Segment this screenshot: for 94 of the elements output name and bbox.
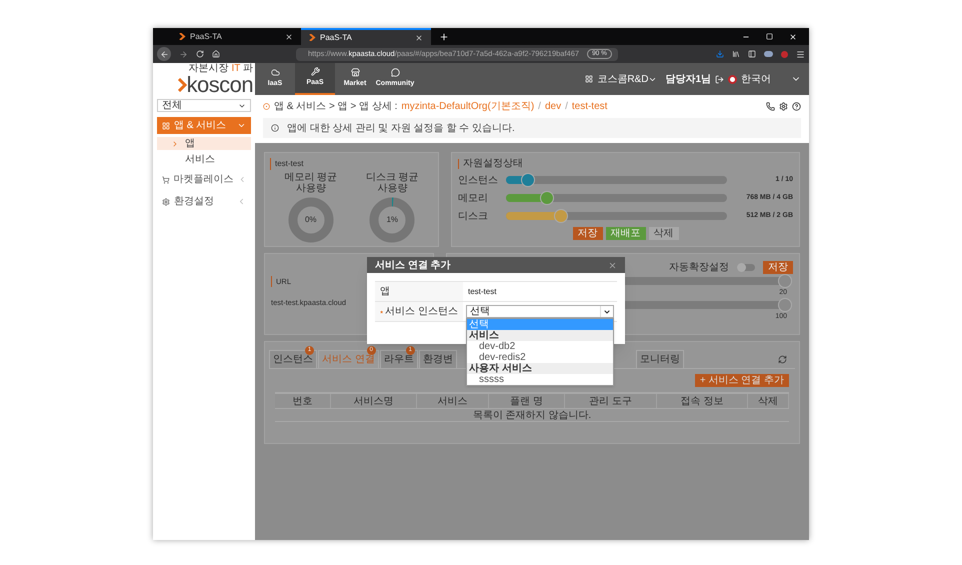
grid-icon — [162, 122, 170, 130]
slider-label: 디스크 — [458, 210, 489, 224]
submenu-item[interactable]: 앱 — [157, 137, 251, 150]
dropdown-option[interactable]: dev-db2 — [467, 341, 613, 352]
reload-icon[interactable] — [196, 50, 204, 58]
slider-label: 인스턴스 — [458, 174, 498, 188]
logo-wordmark: koscon — [186, 74, 253, 95]
flag-icon — [728, 74, 737, 84]
chat-bubble-icon — [390, 68, 400, 78]
slider-thumb[interactable] — [554, 209, 568, 223]
action-button[interactable]: 삭제 — [648, 227, 678, 240]
filter-select[interactable]: 전체 — [157, 99, 251, 112]
dropdown-option[interactable]: dev-redis2 — [467, 352, 613, 363]
new-tab-icon[interactable] — [439, 32, 449, 42]
info-message: 앱에 대한 상세 관리 및 자원 설정을 할 수 있습니다. — [287, 122, 515, 136]
caret-icon — [603, 308, 611, 316]
autoscale-label: 자동확장설정 — [669, 261, 729, 275]
logo-tagline: 자본시장 IT 파 — [188, 63, 253, 74]
chevron-right-icon — [171, 140, 179, 148]
info-icon — [271, 124, 279, 132]
library-icon[interactable] — [732, 50, 740, 58]
meter-label: 메모리 평균 사용량 — [283, 172, 338, 194]
download-icon[interactable] — [716, 50, 724, 58]
card-title: test-test — [270, 158, 433, 170]
breadcrumb-separator: / — [538, 100, 541, 114]
dialog-title: 서비스 연결 추가 — [375, 258, 451, 272]
back-arrow-icon — [160, 50, 168, 58]
cloud-icon — [270, 68, 280, 78]
option-group: 서비스 — [467, 330, 613, 341]
browser-tab[interactable]: PaaS-TA — [171, 28, 301, 45]
slider-thumb[interactable] — [540, 191, 554, 205]
store-icon — [350, 68, 360, 78]
column-header: 접속 정보 — [656, 394, 748, 408]
meter-label: 디스크 평균 사용량 — [364, 172, 420, 194]
chevron-logo-icon — [179, 33, 186, 40]
empty-message: 목록이 존재하지 않습니다. — [472, 408, 592, 422]
gear-icon — [162, 198, 170, 206]
meter-reading: 0% — [304, 214, 317, 226]
settings-icon[interactable] — [779, 102, 788, 111]
language-select[interactable]: 한국어 — [741, 72, 771, 86]
column-header: 서비스 — [417, 394, 489, 408]
grid-icon[interactable] — [585, 75, 594, 83]
menu-item[interactable]: 마켓플레이스 — [157, 171, 251, 188]
chevron-logo-icon — [309, 34, 316, 41]
wrench-icon — [310, 67, 320, 76]
field-label: 앱 — [380, 285, 390, 299]
cart-icon — [162, 176, 170, 184]
forward-icon[interactable] — [179, 50, 188, 58]
column-header: 서비스명 — [330, 394, 418, 408]
slider-label: 메모리 — [458, 192, 489, 206]
slider-thumb[interactable] — [778, 274, 792, 288]
breadcrumb-path: 앱 & 서비스 > 앱 > 앱 상세 : — [274, 100, 398, 114]
column-header: 번호 — [275, 394, 331, 408]
slider-thumb[interactable] — [521, 173, 536, 187]
menu-icon[interactable] — [796, 50, 805, 58]
slider-thumb[interactable] — [778, 298, 792, 312]
option-group: 사용자 서비스 — [467, 363, 613, 374]
help-icon[interactable] — [792, 102, 801, 111]
phone-icon[interactable] — [766, 102, 775, 111]
save-button[interactable]: 저장 — [763, 261, 793, 274]
menu-item[interactable]: 환경설정 — [157, 193, 251, 210]
card-title: 자원설정상태 — [458, 159, 793, 169]
close-icon[interactable] — [415, 34, 423, 42]
autoscale-toggle[interactable] — [737, 264, 755, 271]
logout-icon[interactable] — [715, 74, 724, 84]
browser-tab[interactable]: PaaS-TA — [301, 28, 431, 45]
home-icon[interactable] — [212, 50, 220, 58]
chevron-down-icon — [237, 121, 246, 130]
meter-reading: 1% — [386, 214, 398, 226]
chevron-logo-icon — [178, 78, 187, 92]
dropdown-option[interactable]: sssss — [467, 374, 613, 385]
maximize-icon[interactable] — [766, 33, 773, 40]
field-value: test-test — [467, 286, 498, 298]
action-button[interactable]: 저장 — [572, 227, 602, 240]
org-select[interactable]: 코스콤R&D — [597, 72, 658, 86]
column-header: 관리 도구 — [565, 394, 657, 408]
chevron-left-icon — [237, 197, 246, 206]
detail-tab[interactable]: 환경변 — [418, 350, 457, 368]
detail-tab[interactable]: 모니터링 — [636, 350, 684, 368]
add-service-button[interactable]: + 서비스 연결 추가 — [694, 374, 789, 387]
field-label: 서비스 인스턴스 — [385, 305, 458, 319]
circle-icon — [263, 103, 270, 110]
sidebar-icon[interactable] — [748, 50, 756, 58]
logo[interactable]: 자본시장 IT 파 koscon — [153, 63, 255, 95]
breadcrumb-separator: / — [565, 100, 568, 114]
submenu-item[interactable]: 서비스 — [157, 153, 251, 166]
user-name[interactable]: 담당자1님 — [665, 72, 711, 86]
close-icon[interactable] — [285, 32, 293, 40]
tab-title: PaaS-TA — [320, 32, 353, 44]
column-header: 플랜 명 — [488, 394, 566, 408]
refresh-icon[interactable] — [778, 355, 787, 364]
tab-title: PaaS-TA — [190, 30, 223, 42]
back-button[interactable] — [157, 47, 171, 61]
column-header: 삭제 — [748, 394, 789, 408]
